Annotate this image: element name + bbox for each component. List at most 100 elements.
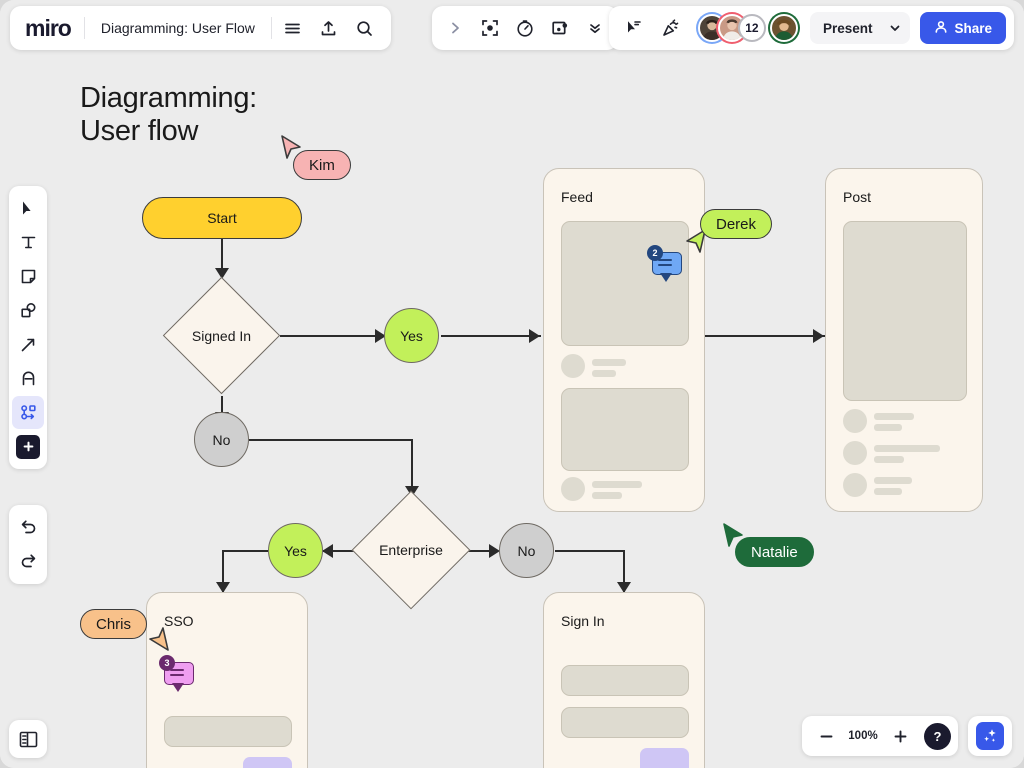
comment-pin-sso[interactable]: 3 — [159, 655, 194, 692]
wireframe-card-feed[interactable]: Feed — [543, 168, 705, 512]
connector-no-to-enterprise-h — [249, 439, 413, 441]
flow-node-signed-in[interactable]: Signed In — [162, 276, 281, 395]
wireframe-text-line — [874, 445, 940, 452]
topbar-center — [432, 6, 618, 50]
menu-icon[interactable] — [276, 11, 310, 45]
cursor-name: Kim — [309, 156, 335, 174]
left-toolbar — [9, 186, 47, 469]
cursor-flag-icon[interactable] — [617, 11, 651, 45]
share-button[interactable]: Share — [920, 12, 1006, 44]
tool-connector[interactable] — [12, 328, 44, 361]
node-label: Enterprise — [379, 542, 443, 558]
zoom-in-button[interactable] — [883, 719, 917, 753]
frame-focus-icon[interactable] — [473, 11, 507, 45]
chevron-down-icon[interactable] — [885, 22, 910, 34]
share-label: Share — [954, 20, 992, 36]
wireframe-avatar — [843, 473, 867, 497]
zoom-level[interactable]: 100% — [846, 730, 880, 742]
wireframe-text-line — [592, 481, 642, 488]
miro-app-window: Diagramming: User flow Start Signed In Y… — [0, 0, 1024, 768]
zoom-out-button[interactable] — [809, 719, 843, 753]
wireframe-input-field — [561, 707, 689, 738]
connector-signedin-to-yes — [280, 335, 384, 337]
cursor-name-pill: Kim — [293, 150, 351, 180]
chevrons-down-icon[interactable] — [578, 11, 612, 45]
tool-text[interactable] — [12, 226, 44, 259]
miro-logo[interactable]: miro — [19, 15, 80, 42]
flow-node-no-1[interactable]: No — [194, 412, 249, 467]
flow-node-yes-2[interactable]: Yes — [268, 523, 323, 578]
wireframe-primary-button — [640, 748, 689, 768]
present-control[interactable]: Present — [809, 12, 911, 44]
cursor-name-pill: Chris — [80, 609, 148, 639]
avatar-overflow-count[interactable]: 12 — [737, 14, 766, 42]
wireframe-primary-button — [243, 757, 292, 768]
person-icon — [934, 20, 948, 37]
wireframe-image-block — [561, 221, 689, 346]
tool-apps[interactable] — [12, 430, 44, 463]
node-label: Signed In — [191, 327, 252, 344]
wireframe-avatar — [561, 354, 585, 378]
present-button[interactable]: Present — [810, 21, 886, 36]
tool-select[interactable] — [12, 192, 44, 225]
timer-icon[interactable] — [508, 11, 542, 45]
wireframe-avatar — [843, 441, 867, 465]
help-button[interactable]: ? — [924, 722, 951, 750]
wireframe-title: Feed — [561, 189, 593, 205]
comment-count: 2 — [647, 245, 663, 261]
divider — [270, 17, 272, 39]
flow-node-no-2[interactable]: No — [499, 523, 554, 578]
topbar-right: 12 Present Share — [608, 6, 1014, 50]
tool-diagram[interactable] — [12, 396, 44, 429]
redo-button[interactable] — [12, 545, 44, 578]
history-toolbar — [9, 505, 47, 584]
connector-yes2-to-sso-h — [222, 550, 268, 552]
cursor-name-pill: Derek — [700, 209, 773, 239]
node-label: Yes — [400, 327, 423, 344]
flow-node-yes-1[interactable]: Yes — [384, 308, 439, 363]
wireframe-title: Sign In — [561, 613, 605, 629]
wireframe-avatar — [561, 477, 585, 501]
tool-shapes[interactable] — [12, 294, 44, 327]
tool-pen[interactable] — [12, 362, 44, 395]
upload-icon[interactable] — [312, 11, 346, 45]
collaborator-avatars[interactable]: 12 — [697, 14, 798, 42]
wireframe-card-signin[interactable]: Sign In — [543, 592, 705, 768]
board-canvas[interactable]: Diagramming: User flow Start Signed In Y… — [0, 0, 1024, 768]
wireframe-title: Post — [843, 189, 872, 205]
wireframe-card-post[interactable]: Post — [825, 168, 983, 512]
search-icon[interactable] — [348, 11, 382, 45]
connector-no2-to-signin-h — [555, 550, 624, 552]
cursor-name: Natalie — [751, 543, 798, 561]
avatar-current-user[interactable] — [769, 14, 798, 42]
flow-node-start[interactable]: Start — [142, 197, 302, 239]
wireframe-avatar — [843, 409, 867, 433]
arrowhead — [322, 544, 333, 558]
connector-yes-to-feed — [441, 335, 541, 337]
cursor-name: Derek — [716, 215, 757, 233]
flow-node-enterprise[interactable]: Enterprise — [351, 490, 471, 610]
divider — [83, 17, 85, 39]
tool-sticky-note[interactable] — [12, 260, 44, 293]
sparkle-icon[interactable] — [976, 722, 1004, 750]
ai-panel — [968, 716, 1012, 756]
wireframe-input-field — [164, 716, 292, 747]
node-label: No — [517, 542, 536, 559]
wireframe-image-block — [843, 221, 967, 401]
wireframe-text-line — [874, 413, 914, 420]
wireframe-text-line — [592, 370, 616, 377]
undo-button[interactable] — [12, 511, 44, 544]
node-label: Yes — [284, 542, 307, 559]
chevron-right-icon[interactable] — [438, 11, 472, 45]
collaborator-cursor-natalie: Natalie — [722, 522, 814, 567]
panel-toggle-button[interactable] — [9, 720, 47, 758]
collaborator-cursor-kim: Kim — [280, 134, 351, 180]
party-popper-icon[interactable] — [654, 11, 688, 45]
document-title[interactable]: Diagramming: User Flow — [89, 20, 267, 36]
comment-count: 3 — [159, 655, 175, 671]
comment-pin-feed[interactable]: 2 — [647, 245, 682, 282]
screen-share-icon[interactable] — [543, 11, 577, 45]
topbar-left: miro Diagramming: User Flow — [10, 6, 391, 50]
cursor-pointer-icon — [149, 627, 169, 651]
arrowhead — [529, 329, 540, 343]
